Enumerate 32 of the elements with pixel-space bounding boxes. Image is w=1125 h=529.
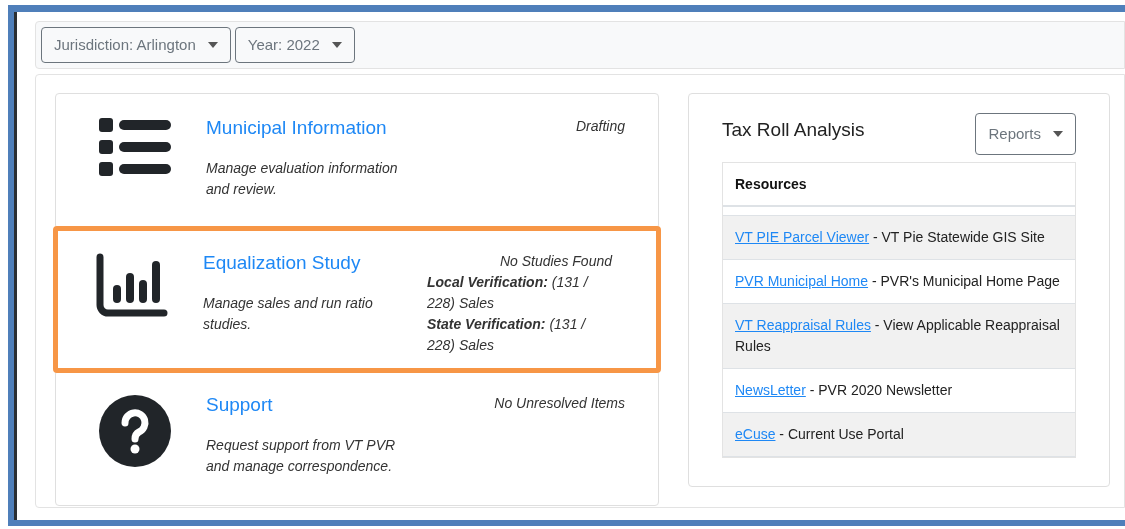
resource-entry: VT Reappraisal Rules - View Applicable Reappraisal Rules [735,316,1061,356]
resource-link[interactable]: NewsLetter [735,382,806,398]
resource-entry: NewsLetter - PVR 2020 Newsletter [735,381,954,400]
module-status: No Studies Found [499,252,612,271]
resource-link[interactable]: PVR Municipal Home [735,273,869,289]
module-title[interactable]: Equalization Study [203,251,361,275]
bar-chart-icon [96,253,168,317]
resource-link[interactable]: VT PIE Parcel Viewer [735,229,870,245]
table-header: Resources [723,163,1075,207]
resource-link[interactable]: VT Reappraisal Rules [735,317,871,333]
module-description: Manage evaluation information and review. [206,159,399,199]
reports-dropdown[interactable]: Reports [975,113,1076,155]
caret-icon [331,42,342,48]
filter-dropdown[interactable]: Jurisdiction: Arlington [41,27,231,63]
module-description: Request support from VT PVR and manage correspondence. [206,436,397,476]
module-status: Local Verification: (131 / 228) Sales [427,273,590,313]
module-status: Drafting [575,117,625,136]
resource-entry: VT PIE Parcel Viewer - VT Pie Statewide GIS Site [735,228,1046,247]
card-title: Tax Roll Analysis [722,118,865,142]
resource-entry: PVR Municipal Home - PVR's Municipal Home Page [735,272,1061,291]
module-title[interactable]: Support [206,393,273,417]
caret-icon [1053,131,1063,137]
list-icon [99,118,171,176]
caret-icon [207,42,218,48]
resource-link[interactable]: eCuse [735,426,776,442]
module-status: State Verification: (131 / 228) Sales [427,315,588,355]
resource-entry: eCuse - Current Use Portal [735,425,905,444]
filter-dropdown[interactable]: Year: 2022 [234,27,355,63]
question-circle-icon [99,395,171,467]
module-title[interactable]: Municipal Information [206,116,387,140]
module-status: No Unresolved Items [494,394,625,413]
module-description: Manage sales and run ratio studies. [203,294,374,334]
